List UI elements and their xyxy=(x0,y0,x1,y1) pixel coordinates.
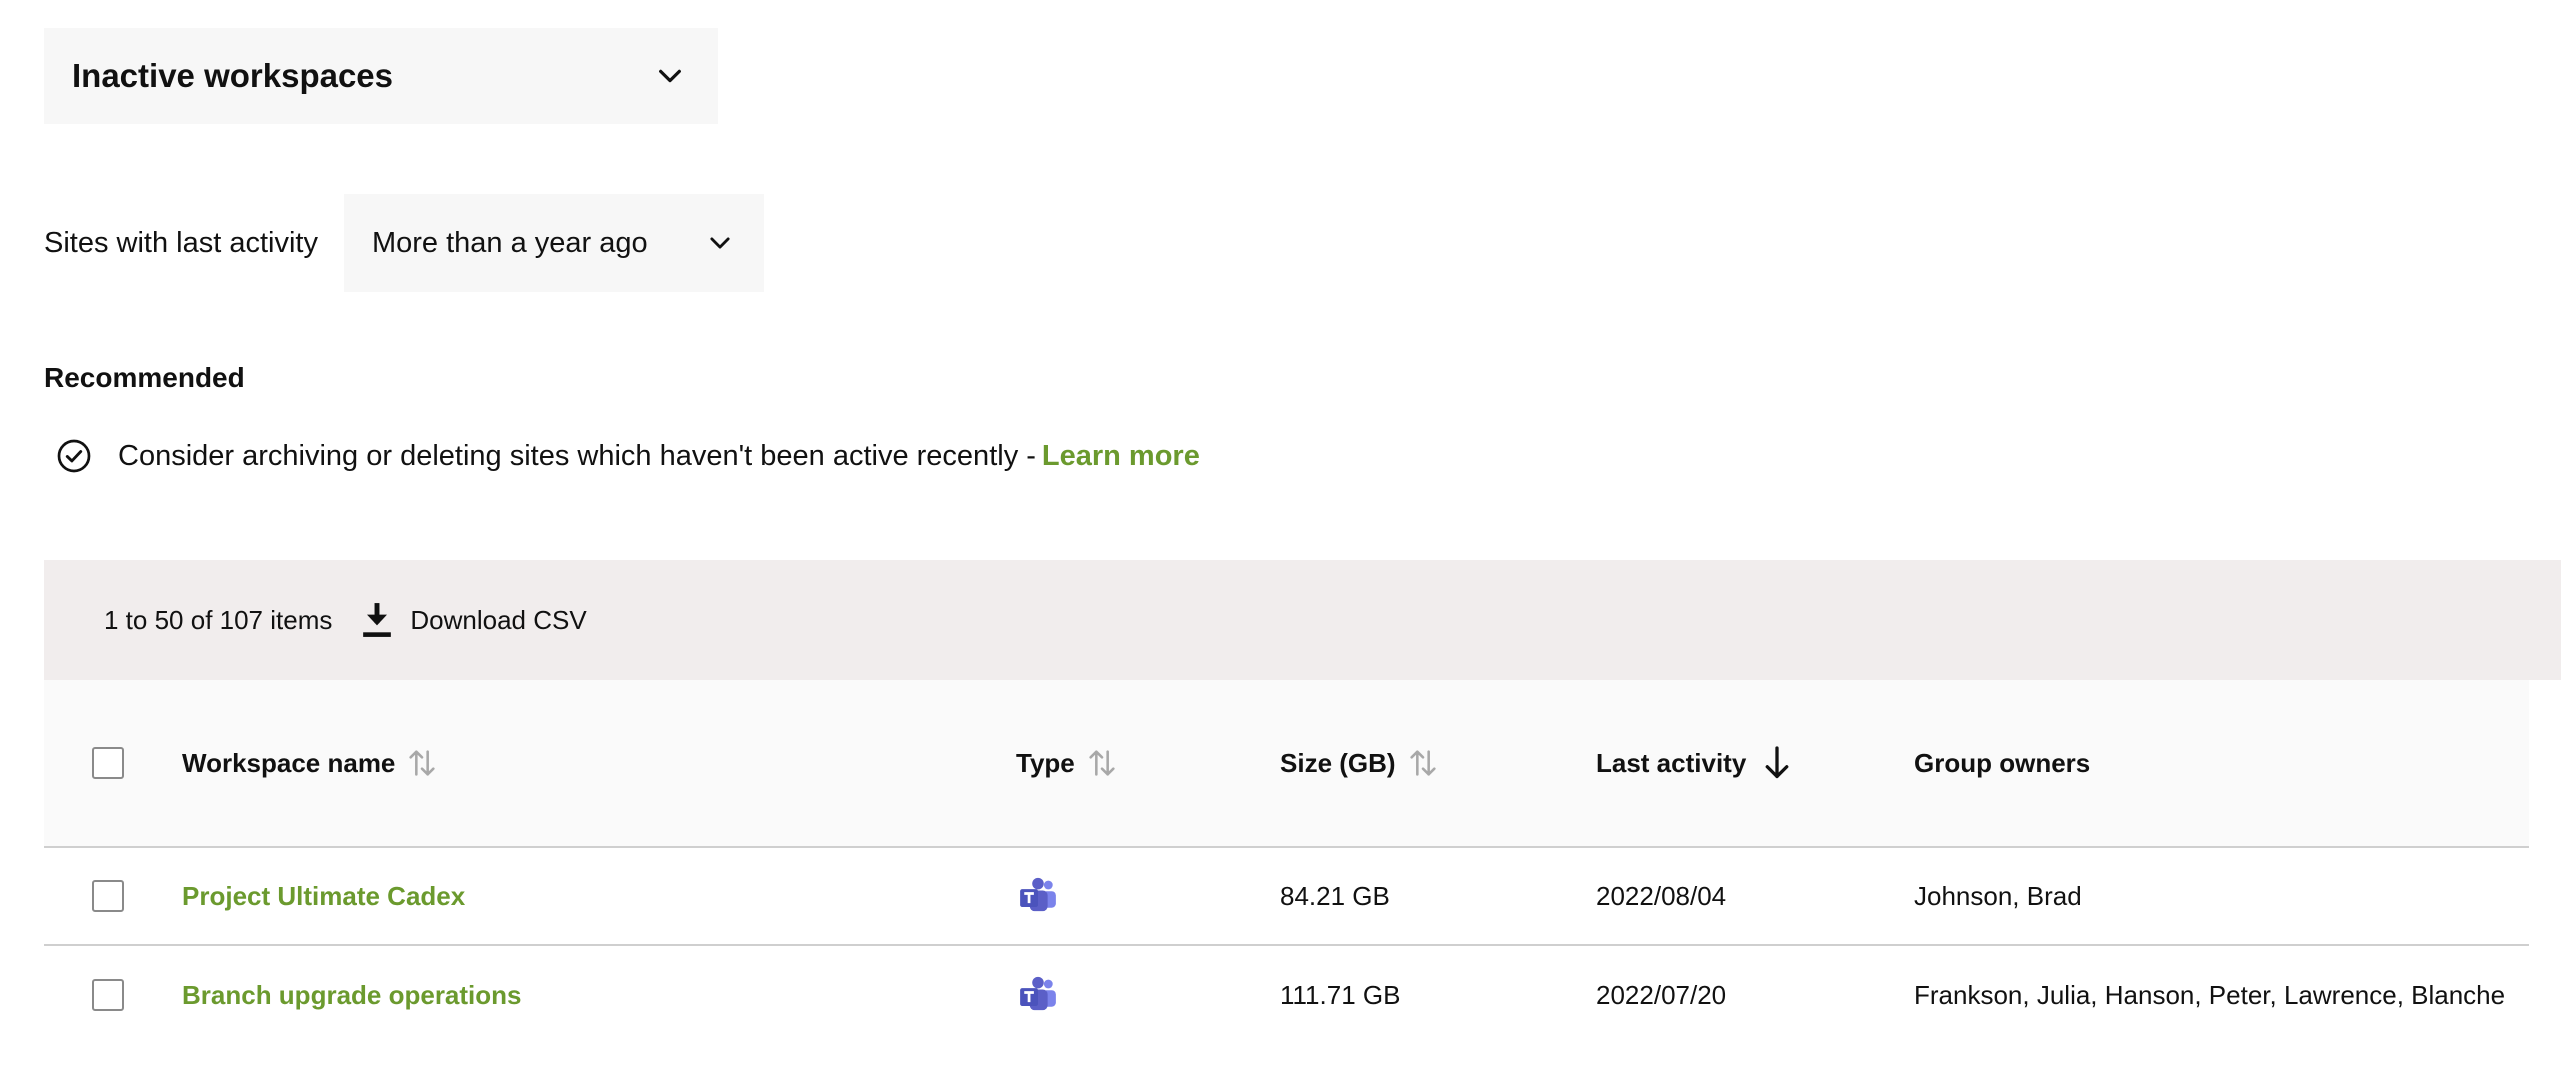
sort-icon[interactable] xyxy=(405,746,439,780)
column-header-group-owners: Group owners xyxy=(1914,680,2090,846)
column-header-last-activity-label: Last activity xyxy=(1596,747,1747,778)
activity-filter-value: More than a year ago xyxy=(371,226,648,259)
column-header-type[interactable]: Type xyxy=(1016,680,1119,846)
workspace-filter-value: Inactive workspaces xyxy=(72,57,394,94)
chevron-down-icon xyxy=(659,69,681,83)
sort-icon[interactable] xyxy=(1085,746,1119,780)
size-cell: 84.21 GB xyxy=(1280,880,1390,911)
type-cell xyxy=(1016,946,1060,1044)
download-icon xyxy=(363,603,392,637)
workspace-name-link[interactable]: Branch upgrade operations xyxy=(182,980,522,1011)
sort-icon[interactable] xyxy=(1406,746,1440,780)
teams-icon xyxy=(1020,976,1056,1011)
column-header-last-activity[interactable]: Last activity xyxy=(1596,680,1792,846)
activity-filter: Sites with last activity More than a yea… xyxy=(44,194,764,292)
size-cell: 111.71 GB xyxy=(1280,979,1401,1010)
group-owners-cell: Frankson, Julia, Hanson, Peter, Lawrence… xyxy=(1914,979,2506,1010)
column-header-type-label: Type xyxy=(1016,747,1075,778)
column-header-size-label: Size (GB) xyxy=(1280,747,1396,778)
header-checkbox-cell xyxy=(92,680,124,846)
table-row[interactable]: Project Ultimate Cadex 84.21 GB 2022/08/… xyxy=(44,848,2529,946)
row-checkbox[interactable] xyxy=(92,979,124,1011)
workspace-name-cell: Project Ultimate Cadex xyxy=(182,848,465,944)
activity-filter-dropdown[interactable]: More than a year ago xyxy=(343,194,764,292)
download-csv-button[interactable]: Download CSV xyxy=(358,600,587,640)
column-header-group-owners-label: Group owners xyxy=(1914,747,2091,778)
teams-icon xyxy=(1020,877,1056,912)
column-header-size[interactable]: Size (GB) xyxy=(1280,680,1440,846)
column-header-workspace-name-label: Workspace name xyxy=(182,747,396,778)
workspace-name-link[interactable]: Project Ultimate Cadex xyxy=(182,881,465,912)
workspace-name-cell: Branch upgrade operations xyxy=(182,946,522,1044)
group-owners-cell: Johnson, Brad xyxy=(1914,880,2082,911)
learn-more-link[interactable]: Learn more xyxy=(1042,440,1200,473)
recommendation-text: Consider archiving or deleting sites whi… xyxy=(118,439,1036,472)
download-csv-label: Download CSV xyxy=(410,604,587,635)
workspaces-table: Workspace name Type Size (GB) Last activ… xyxy=(44,680,2529,1044)
activity-filter-label: Sites with last activity xyxy=(44,226,318,259)
column-header-workspace-name[interactable]: Workspace name xyxy=(182,680,439,846)
chevron-down-icon xyxy=(710,237,730,249)
last-activity-cell: 2022/08/04 xyxy=(1596,880,1727,911)
row-checkbox-cell xyxy=(92,946,124,1044)
table-toolbar: 1 to 50 of 107 items Download CSV xyxy=(44,560,2561,680)
workspace-filter-dropdown[interactable]: Inactive workspaces xyxy=(44,28,718,124)
recommended-heading: Recommended xyxy=(44,362,245,393)
recommendation-item: Consider archiving or deleting sites whi… xyxy=(56,438,1200,474)
item-count: 1 to 50 of 107 items xyxy=(104,604,333,635)
table-row[interactable]: Branch upgrade operations 111.71 GB 2022… xyxy=(44,946,2529,1044)
arrow-down-icon[interactable] xyxy=(1762,745,1792,781)
type-cell xyxy=(1016,848,1060,944)
table-header-row: Workspace name Type Size (GB) Last activ… xyxy=(44,680,2529,848)
row-checkbox[interactable] xyxy=(92,880,124,912)
last-activity-cell: 2022/07/20 xyxy=(1596,979,1727,1010)
check-circle-icon xyxy=(57,439,91,473)
select-all-checkbox[interactable] xyxy=(92,747,124,779)
row-checkbox-cell xyxy=(92,848,124,944)
